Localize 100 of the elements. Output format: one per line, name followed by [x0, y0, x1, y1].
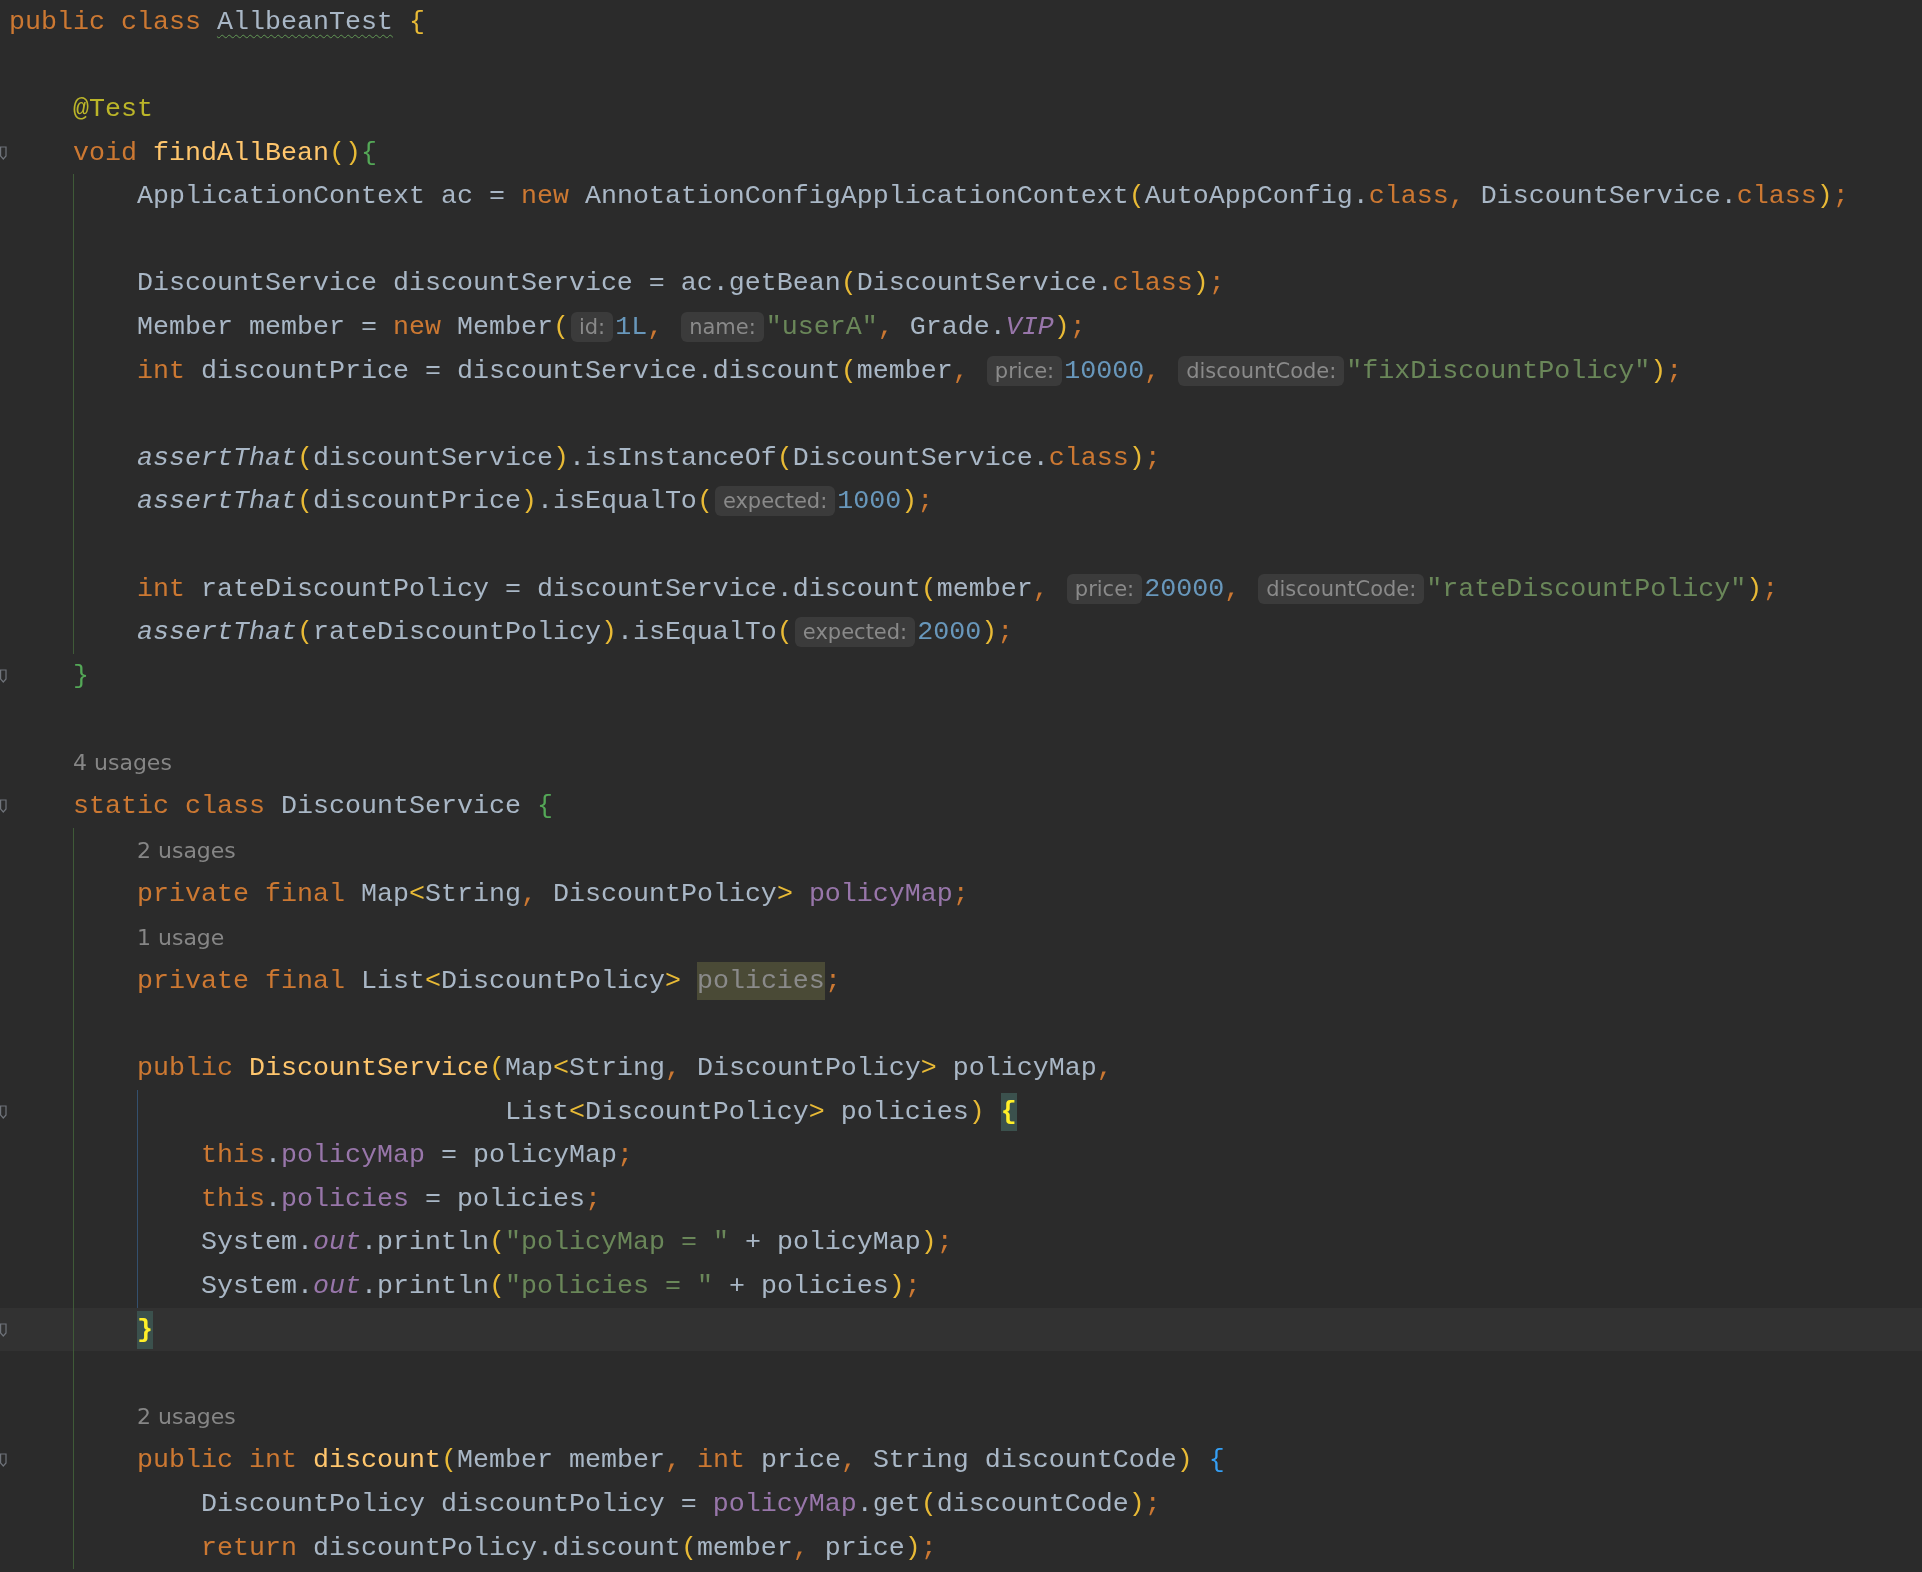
punctuation: ,	[520, 878, 538, 909]
bracket: )	[981, 617, 998, 648]
fold-icon[interactable]	[0, 799, 7, 814]
code-text: System.	[200, 1227, 313, 1258]
matched-brace: {	[1000, 1092, 1017, 1131]
punctuation: ,	[1448, 181, 1466, 212]
number-literal: 1L	[615, 311, 648, 342]
punctuation: ,	[877, 311, 895, 342]
bracket: (	[488, 1271, 505, 1301]
bracket: )	[901, 486, 918, 517]
punctuation: ,	[952, 355, 970, 386]
code-text: = policyMap	[439, 1140, 617, 1171]
string-literal: "policyMap = "	[504, 1227, 729, 1258]
static-field: out	[312, 1271, 361, 1301]
keyword: new	[520, 181, 570, 212]
code-text: discountCode	[936, 1489, 1129, 1519]
bracket: )	[1128, 1489, 1145, 1519]
bracket: {	[360, 137, 377, 168]
parameter-hint: price:	[1066, 573, 1143, 604]
bracket: {	[1208, 1445, 1225, 1476]
code-text: Map	[504, 1053, 553, 1084]
keyword: private final	[137, 965, 346, 996]
code-text: policyMap	[951, 1053, 1097, 1084]
punctuation: ,	[647, 311, 665, 342]
code-text: .println	[360, 1271, 489, 1301]
keyword: static class	[73, 791, 266, 822]
punctuation: ;	[1666, 355, 1683, 386]
code-text: Member member =	[137, 311, 378, 342]
bracket: (	[776, 617, 793, 648]
keyword: int	[137, 573, 186, 604]
keyword: this	[200, 1183, 265, 1214]
bracket: (	[920, 1489, 937, 1519]
bracket: )	[600, 617, 617, 648]
code-text: String discountCode	[872, 1445, 1177, 1476]
punctuation: ;	[824, 965, 841, 996]
fold-icon[interactable]	[0, 1322, 7, 1337]
parameter-hint: expected:	[794, 617, 916, 648]
bracket: (	[1128, 181, 1145, 212]
bracket: (	[920, 573, 937, 604]
punctuation: ;	[952, 878, 969, 909]
punctuation: ;	[1762, 573, 1779, 604]
static-method-call: assertThat	[137, 617, 297, 648]
bracket: )	[904, 1532, 921, 1563]
field-name: policyMap	[712, 1489, 857, 1519]
code-text: member	[936, 573, 1033, 604]
bracket: )	[1053, 311, 1070, 342]
usages-hint[interactable]: 2 usages	[137, 1404, 236, 1430]
method-name: findAllBean	[153, 137, 329, 168]
fold-icon[interactable]	[0, 1104, 7, 1119]
usages-hint[interactable]: 1 usage	[137, 924, 225, 950]
matched-brace: }	[137, 1310, 153, 1349]
bracket: )	[1192, 268, 1209, 299]
code-text: discountPrice	[312, 486, 521, 517]
number-literal: 20000	[1144, 573, 1225, 604]
class-name: AllbeanTest	[216, 6, 393, 37]
code-text: + policies	[727, 1271, 889, 1301]
fold-icon[interactable]	[0, 145, 7, 160]
keyword: class	[1112, 268, 1193, 299]
usages-hint[interactable]: 4 usages	[73, 750, 172, 776]
static-method-call: assertThat	[137, 442, 297, 473]
keyword: class	[1048, 442, 1129, 473]
bracket: (	[840, 268, 857, 299]
keyword: this	[200, 1140, 265, 1171]
code-text: = policies	[423, 1183, 585, 1214]
code-text: Member member	[456, 1445, 665, 1476]
string-literal: "userA"	[765, 311, 878, 342]
code-text: .	[264, 1183, 281, 1214]
bracket: (	[440, 1445, 457, 1476]
code-text: .isInstanceOf	[568, 442, 777, 473]
code-text: String	[424, 878, 521, 909]
bracket: (	[488, 1227, 505, 1258]
punctuation: ,	[1096, 1053, 1113, 1084]
field-name: policyMap	[808, 878, 953, 909]
fold-icon[interactable]	[0, 1453, 7, 1468]
code-text: Map	[360, 878, 409, 909]
parameter-hint: discountCode:	[1178, 355, 1345, 386]
bracket: >	[664, 965, 682, 996]
bracket: )	[1128, 442, 1145, 473]
usages-hint[interactable]: 2 usages	[137, 837, 236, 863]
punctuation: ,	[840, 1445, 858, 1476]
code-text: DiscountService.	[1480, 181, 1737, 212]
bracket: >	[808, 1096, 825, 1127]
static-field: out	[312, 1227, 361, 1258]
bracket: <	[568, 1096, 585, 1127]
punctuation: ;	[920, 1532, 937, 1563]
code-text: DiscountPolicy	[584, 1096, 809, 1127]
code-text: discountPolicy.discount	[312, 1532, 681, 1563]
punctuation: ,	[664, 1445, 682, 1476]
code-text: DiscountService.	[792, 442, 1049, 473]
bracket: )	[1650, 355, 1667, 386]
keyword: int	[696, 1445, 746, 1476]
bracket: }	[73, 660, 89, 691]
bracket: <	[424, 965, 441, 996]
bracket: (	[840, 355, 857, 386]
keyword: private final	[137, 878, 346, 909]
fold-icon[interactable]	[0, 668, 7, 683]
punctuation: ;	[616, 1140, 633, 1171]
code-text: .	[264, 1140, 281, 1171]
bracket: <	[552, 1053, 569, 1084]
bracket: )	[920, 1227, 937, 1258]
